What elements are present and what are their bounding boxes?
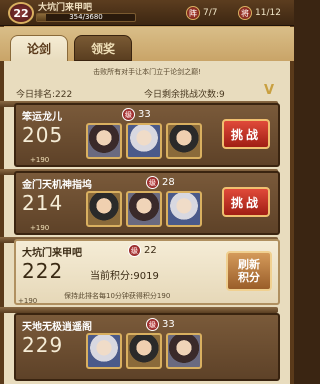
player-name: 大坑门来甲吧 bbox=[38, 3, 93, 13]
avatar-row bbox=[86, 191, 202, 227]
opponent-reward: +190 bbox=[30, 156, 50, 164]
opponent-name: 金门天机神指坞 bbox=[22, 180, 92, 191]
level-icon: 级 bbox=[146, 176, 159, 189]
challenge-button[interactable]: 挑战 bbox=[222, 119, 270, 149]
formation-value: 7/7 bbox=[203, 8, 218, 18]
hero-avatar[interactable] bbox=[126, 191, 162, 227]
tab-lunjian[interactable]: 论剑 bbox=[10, 35, 68, 61]
opponent-level-value: 33 bbox=[162, 319, 175, 330]
self-level-value: 22 bbox=[144, 245, 157, 256]
opponent-card: 金门天机神指坞 级 28 214 +190 挑战 bbox=[14, 171, 280, 235]
opponent-reward: +190 bbox=[30, 224, 50, 232]
today-rank: 今日排名:222 bbox=[16, 90, 73, 100]
opponent-level-value: 33 bbox=[138, 109, 151, 120]
hero-avatar[interactable] bbox=[86, 191, 122, 227]
hero-avatar[interactable] bbox=[166, 191, 202, 227]
remaining-challenges: 今日剩余挑战次数:9 bbox=[144, 90, 225, 100]
general-icon: 将 bbox=[238, 6, 252, 20]
level-icon: 级 bbox=[146, 318, 159, 331]
opponent-card: 笨运龙儿 级 33 205 +190 挑战 bbox=[14, 103, 280, 167]
current-points: 当前积分:9019 bbox=[90, 271, 159, 282]
general-value: 11/12 bbox=[255, 8, 281, 18]
hero-avatar[interactable] bbox=[126, 123, 162, 159]
level-icon: 级 bbox=[122, 108, 135, 121]
formation-stat: 阵 7/7 bbox=[186, 6, 217, 20]
self-card: 大坑门来甲吧 级 22 222 当前积分:9019 保持此排名每10分钟获得积分… bbox=[14, 239, 280, 305]
tab-lingjiang[interactable]: 领奖 bbox=[74, 35, 132, 61]
opponent-level: 级 33 bbox=[122, 108, 151, 121]
opponent-rank: 214 bbox=[22, 191, 64, 215]
avatar-row bbox=[86, 333, 202, 369]
top-bar: 22 大坑门来甲吧 354/3680 阵 7/7 将 11/12 bbox=[0, 0, 294, 26]
exp-text: 354/3680 bbox=[69, 13, 103, 21]
self-reward: +190 bbox=[18, 297, 38, 305]
opponent-name: 笨运龙儿 bbox=[22, 112, 62, 123]
hero-avatar[interactable] bbox=[126, 333, 162, 369]
opponent-rank: 229 bbox=[22, 333, 64, 357]
self-rank: 222 bbox=[22, 259, 64, 283]
arena-content: 击败所有对手让本门立于论剑之巅! 今日排名:222 今日剩余挑战次数:9 V 笨… bbox=[0, 61, 290, 384]
opponent-level: 级 28 bbox=[146, 176, 175, 189]
keep-rank-text: 保持此排名每10分钟获得积分190 bbox=[64, 292, 171, 300]
tab-bar: 论剑 领奖 bbox=[0, 27, 294, 61]
formation-icon: 阵 bbox=[186, 6, 200, 20]
self-level: 级 22 bbox=[128, 244, 157, 257]
notice-text: 击败所有对手让本门立于论剑之巅! bbox=[93, 68, 201, 76]
refresh-points-button[interactable]: 刷新 积分 bbox=[226, 251, 272, 291]
general-stat: 将 11/12 bbox=[238, 6, 281, 20]
player-level-badge[interactable]: 22 bbox=[8, 2, 34, 24]
opponent-rank: 205 bbox=[22, 123, 64, 147]
exp-bar: 354/3680 bbox=[36, 13, 136, 22]
hero-avatar[interactable] bbox=[86, 333, 122, 369]
hero-avatar[interactable] bbox=[86, 123, 122, 159]
challenge-button[interactable]: 挑战 bbox=[222, 187, 270, 217]
avatar-row bbox=[86, 123, 202, 159]
hero-avatar[interactable] bbox=[166, 333, 202, 369]
hero-avatar[interactable] bbox=[166, 123, 202, 159]
opponent-level-value: 28 bbox=[162, 177, 175, 188]
self-name: 大坑门来甲吧 bbox=[22, 248, 82, 259]
level-icon: 级 bbox=[128, 244, 141, 257]
opponent-name: 天地无极逍遥阁 bbox=[22, 322, 92, 333]
vip-icon[interactable]: V bbox=[264, 83, 274, 98]
opponent-level: 级 33 bbox=[146, 318, 175, 331]
opponent-card: 天地无极逍遥阁 级 33 229 bbox=[14, 313, 280, 381]
